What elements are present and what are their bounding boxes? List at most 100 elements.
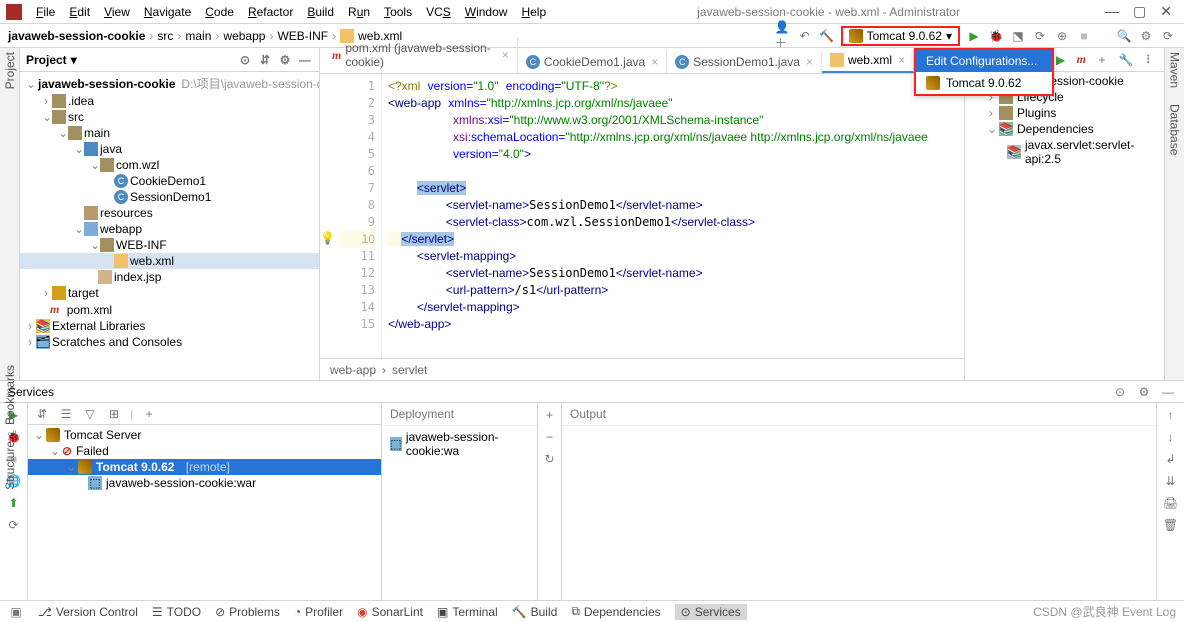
status-vc[interactable]: ⎇ Version Control (38, 605, 138, 619)
status-build[interactable]: 🔨 Build (512, 605, 558, 619)
svc-failed[interactable]: ⌄⊘Failed (28, 443, 381, 459)
tree-scratches[interactable]: ›🗂Scratches and Consoles (20, 334, 319, 350)
up-icon[interactable]: ↑ (1163, 407, 1179, 423)
tree-resources[interactable]: resources (20, 205, 319, 221)
status-terminal[interactable]: ▣ Terminal (437, 605, 498, 619)
tree-target[interactable]: ›target (20, 285, 319, 301)
svc-tomcat-version[interactable]: ⌄Tomcat 9.0.62 [remote] (28, 459, 381, 475)
maven-dep-item[interactable]: 📚javax.servlet:servlet-api:2.5 (965, 137, 1164, 167)
tab-pom[interactable]: mpom.xml (javaweb-session-cookie)× (324, 37, 518, 73)
menu-vcs[interactable]: VCS (420, 3, 457, 21)
menu-window[interactable]: Window (459, 3, 514, 21)
more-icon[interactable]: ⠇ (1142, 52, 1158, 68)
deploy-icon[interactable]: ⬆ (6, 495, 22, 511)
tree-icon[interactable]: ☰ (58, 406, 74, 422)
tree-pkg[interactable]: ⌄com.wzl (20, 157, 319, 173)
tab-webxml[interactable]: web.xml× (822, 49, 914, 73)
menu-edit[interactable]: Edit (63, 3, 96, 21)
more-icon[interactable]: ⟳ (1160, 28, 1176, 44)
gear-icon[interactable]: ⚙ (277, 52, 293, 68)
gutter-bookmarks[interactable]: Bookmarks (3, 365, 17, 425)
hammer-icon[interactable]: 🔨 (819, 28, 835, 44)
settings-icon[interactable]: ⚙ (1138, 28, 1154, 44)
hide-icon[interactable]: — (1160, 384, 1176, 400)
tree-class-cookie[interactable]: CCookieDemo1 (20, 173, 319, 189)
scroll-icon[interactable]: ⇊ (1163, 473, 1179, 489)
expand-icon[interactable]: ⇵ (34, 406, 50, 422)
user-icon[interactable]: 👤＋ (775, 28, 791, 44)
maven-plugins[interactable]: ›Plugins (965, 105, 1164, 121)
back-icon[interactable]: ↶ (797, 28, 813, 44)
tree-idea[interactable]: ›.idea (20, 93, 319, 109)
refresh-icon[interactable]: ↻ (542, 451, 558, 467)
tree-indexjsp[interactable]: index.jsp (20, 269, 319, 285)
attach-icon[interactable]: ⊕ (1054, 28, 1070, 44)
menu-tools[interactable]: Tools (378, 3, 418, 21)
minus-icon[interactable]: − (542, 429, 558, 445)
run-icon[interactable]: ▶ (1053, 52, 1069, 68)
svc-tomcat-server[interactable]: ⌄Tomcat Server (28, 427, 381, 443)
search-icon[interactable]: 🔍 (1116, 28, 1132, 44)
run-icon[interactable]: ▶ (966, 28, 982, 44)
gutter-project[interactable]: Project (3, 52, 17, 89)
chevron-down-icon[interactable]: ▾ (71, 53, 77, 67)
deployment-item[interactable]: ⬚javaweb-session-cookie:wa (382, 426, 537, 462)
plus-icon[interactable]: + (542, 407, 558, 423)
close-tab-icon[interactable]: × (898, 53, 905, 67)
close-icon[interactable]: ✕ (1160, 3, 1172, 20)
stop-icon[interactable]: ■ (1076, 28, 1092, 44)
wrench-icon[interactable]: 🔧 (1118, 52, 1134, 68)
breadcrumb-item[interactable]: webapp (223, 29, 265, 43)
tree-java[interactable]: ⌄java (20, 141, 319, 157)
tree-pom[interactable]: m pom.xml (20, 301, 319, 318)
menu-file[interactable]: File (30, 3, 61, 21)
tree-webapp[interactable]: ⌄webapp (20, 221, 319, 237)
breadcrumb-item[interactable]: main (185, 29, 211, 43)
breadcrumb-item[interactable]: src (157, 29, 173, 43)
status-services[interactable]: ⊙ Services (675, 604, 747, 620)
tree-ext-libs[interactable]: ›📚External Libraries (20, 318, 319, 334)
dropdown-edit-config[interactable]: Edit Configurations... (916, 50, 1052, 72)
menu-build[interactable]: Build (301, 3, 340, 21)
maven-deps[interactable]: ⌄📚Dependencies (965, 121, 1164, 137)
status-menu-icon[interactable]: ▣ (8, 604, 24, 620)
crumb-item[interactable]: web-app (330, 363, 376, 377)
menu-refactor[interactable]: Refactor (242, 3, 299, 21)
menu-run[interactable]: Run (342, 3, 376, 21)
close-tab-icon[interactable]: × (502, 48, 509, 62)
maximize-icon[interactable]: ▢ (1133, 3, 1146, 20)
svc-artifact[interactable]: ⬚javaweb-session-cookie:war (28, 475, 381, 491)
more-icon[interactable]: ⟳ (6, 517, 22, 533)
close-tab-icon[interactable]: × (651, 55, 658, 69)
gutter-database[interactable]: Database (1168, 104, 1182, 155)
code-editor[interactable]: <?xml version="1.0" encoding="UTF-8"?> <… (382, 74, 964, 358)
hide-icon[interactable]: — (297, 52, 313, 68)
tab-session[interactable]: CSessionDemo1.java× (667, 51, 822, 73)
status-deps[interactable]: ⧉ Dependencies (571, 604, 660, 619)
menu-view[interactable]: View (98, 3, 136, 21)
target-icon[interactable]: ⊙ (1112, 384, 1128, 400)
gutter-maven[interactable]: Maven (1168, 52, 1182, 88)
menu-help[interactable]: Help (515, 3, 552, 21)
run-config-selector[interactable]: Tomcat 9.0.62 ▾ (841, 26, 960, 46)
crumb-item[interactable]: servlet (392, 363, 427, 377)
status-todo[interactable]: ☰ TODO (152, 605, 201, 619)
gutter-structure[interactable]: Structure (3, 441, 17, 490)
trash-icon[interactable]: 🗑 (1163, 517, 1179, 533)
status-problems[interactable]: ⊘ Problems (215, 605, 280, 619)
tree-src[interactable]: ⌄src (20, 109, 319, 125)
debug-icon[interactable]: 🐞 (988, 28, 1004, 44)
tree-main[interactable]: ⌄main (20, 125, 319, 141)
down-icon[interactable]: ↓ (1163, 429, 1179, 445)
wrap-icon[interactable]: ↲ (1163, 451, 1179, 467)
tree-class-session[interactable]: CSessionDemo1 (20, 189, 319, 205)
tree-webxml[interactable]: web.xml (20, 253, 319, 269)
breadcrumb-item[interactable]: WEB-INF (277, 29, 328, 43)
coverage-icon[interactable]: ⬔ (1010, 28, 1026, 44)
tab-cookie[interactable]: CCookieDemo1.java× (518, 51, 667, 73)
dropdown-tomcat[interactable]: Tomcat 9.0.62 (916, 72, 1052, 94)
menu-navigate[interactable]: Navigate (138, 3, 197, 21)
tree-project-root[interactable]: ⌄javaweb-session-cookieD:\项目\javaweb-ses… (20, 74, 319, 93)
group-icon[interactable]: ⊞ (106, 406, 122, 422)
expand-icon[interactable]: ⇵ (257, 52, 273, 68)
